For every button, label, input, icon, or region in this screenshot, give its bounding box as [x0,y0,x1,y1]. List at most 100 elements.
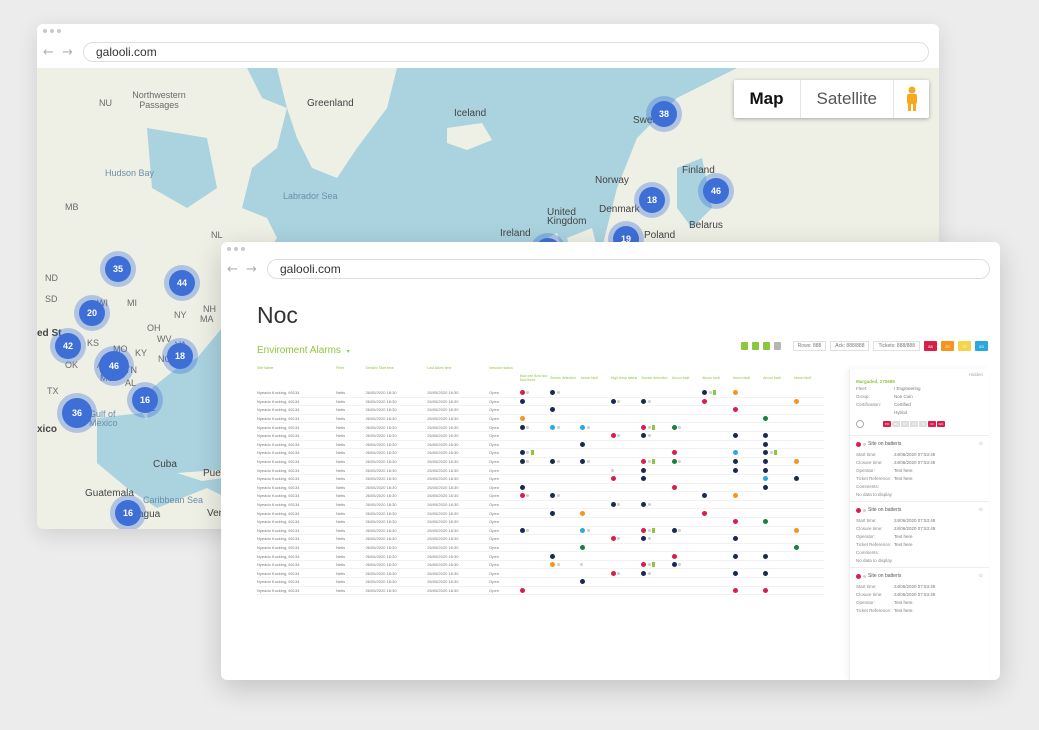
window-dot[interactable] [50,29,54,33]
secondary-dot[interactable] [617,399,621,403]
alarm-dot[interactable] [793,527,799,533]
secondary-dot[interactable] [647,528,651,532]
alarm-dot[interactable] [763,441,769,447]
nav-arrows-icon[interactable]: ← → [43,45,83,60]
alarm-dot[interactable] [671,562,677,568]
alarm-dot[interactable] [763,476,769,482]
alarm-dot[interactable] [671,450,677,456]
panel-hide-link[interactable]: Hidden [969,372,983,377]
alarm-dot[interactable] [671,484,677,490]
alarm-dot[interactable] [610,433,616,439]
secondary-dot[interactable] [647,425,651,429]
map-type-map-button[interactable]: Map [734,80,801,118]
alarm-dot[interactable] [641,502,647,508]
table-row[interactable]: Nyeado Kocking, 60134 Netis 26/05/2020 18:… [257,423,824,432]
map-cluster-marker[interactable]: 36 [62,398,92,428]
table-row[interactable]: Nyeado Kocking, 60134 Netis 26/05/2020 18:… [257,484,824,493]
table-row[interactable]: Nyeado Kocking, 60134 Netis 26/05/2020 18:… [257,587,824,596]
alarm-dot[interactable] [671,424,677,430]
alarm-dot[interactable] [732,570,738,576]
secondary-dot[interactable] [556,425,560,429]
window-dot[interactable] [57,29,61,33]
ack-marker[interactable] [652,562,656,568]
column-header[interactable]: Fleet [336,365,365,389]
alarm-dot[interactable] [732,553,738,559]
alarm-dot[interactable] [763,553,769,559]
alarm-dot[interactable] [732,407,738,413]
alarm-dot[interactable] [550,390,556,396]
alarm-dot[interactable] [519,416,525,422]
alarm-dot[interactable] [519,450,525,456]
column-header[interactable]: Last Alarm time [427,365,489,389]
alarm-card-header[interactable]: Site on batteris ⊙ [850,501,989,516]
secondary-dot[interactable] [647,399,651,403]
alarm-dot[interactable] [702,398,708,404]
alarm-dot[interactable] [519,390,525,396]
alarm-dot[interactable] [641,433,647,439]
alarm-dot[interactable] [732,450,738,456]
secondary-dot[interactable] [586,425,590,429]
alarm-dot[interactable] [519,424,525,430]
status-chip[interactable]: VE [910,421,918,427]
map-type-satellite-button[interactable]: Satellite [801,80,893,118]
table-row[interactable]: Nyeado Kocking, 60134 Netis 26/05/2020 18:… [257,527,824,536]
table-row[interactable]: Nyeado Kocking, 60134 Netis 26/05/2020 18:… [257,561,824,570]
alarm-dot[interactable] [550,407,556,413]
secondary-dot[interactable] [526,425,530,429]
column-header[interactable]: Site Name [257,365,336,389]
severity-chip[interactable]: 20 [941,341,954,351]
table-row[interactable]: Nyeado Kocking, 60134 Netis 26/05/2020 18:… [257,449,824,458]
alarm-dot[interactable] [763,587,769,593]
ack-marker[interactable] [713,390,717,396]
status-chip[interactable]: DP [901,421,909,427]
severity-chip[interactable]: 88 [924,341,937,351]
alarm-dot[interactable] [793,476,799,482]
table-row[interactable]: Nyeado Kocking, 60134 Netis 26/05/2020 18:… [257,398,824,407]
alarm-dot[interactable] [702,390,708,396]
secondary-dot[interactable] [586,460,590,464]
secondary-dot[interactable] [647,563,651,567]
secondary-dot[interactable] [678,460,682,464]
status-chip[interactable]: CI [928,421,936,427]
alarm-dot[interactable] [732,459,738,465]
table-row[interactable]: Nyeado Kocking, 60134 Netis 26/05/2020 18:… [257,535,824,544]
secondary-dot[interactable] [647,537,651,541]
column-header[interactable]: Aircon fault [794,365,824,389]
table-row[interactable]: Nyeado Kocking, 60134 Netis 26/05/2020 18:… [257,432,824,441]
secondary-dot[interactable] [678,528,682,532]
window-dot[interactable] [234,247,238,251]
column-header[interactable]: Intrusion status [489,365,519,389]
alarm-card-header[interactable]: Site on batteris ⊙ [850,435,989,450]
table-row[interactable]: Nyeado Kocking, 60134 Netis 26/05/2020 18:… [257,458,824,467]
secondary-dot[interactable] [556,460,560,464]
alarm-dot[interactable] [671,459,677,465]
pegman-icon[interactable] [893,80,929,118]
alarm-dot[interactable] [610,536,616,542]
alarm-dot[interactable] [641,536,647,542]
alarm-dot[interactable] [763,459,769,465]
alarm-dot[interactable] [519,398,525,404]
alarm-dot[interactable] [550,510,556,516]
alarm-dot[interactable] [519,493,525,499]
alarm-dot[interactable] [610,476,616,482]
alarm-dot[interactable] [793,459,799,465]
alarm-dot[interactable] [519,527,525,533]
status-chip[interactable]: DG [892,421,900,427]
secondary-dot[interactable] [556,494,560,498]
secondary-dot[interactable] [678,563,682,567]
secondary-dot[interactable] [769,451,773,455]
alarm-dot[interactable] [732,467,738,473]
secondary-dot[interactable] [617,571,621,575]
map-cluster-marker[interactable]: 16 [115,500,141,526]
secondary-dot[interactable] [580,563,584,567]
alarm-dot[interactable] [793,544,799,550]
map-cluster-marker[interactable]: 38 [651,101,677,127]
column-header[interactable]: Smoke detection [641,365,671,389]
secondary-dot[interactable] [617,537,621,541]
alarm-dot[interactable] [641,476,647,482]
table-row[interactable]: Nyeado Kocking, 60134 Netis 26/05/2020 18:… [257,441,824,450]
column-header[interactable]: Aircon fault [580,365,610,389]
alarm-dot[interactable] [732,390,738,396]
severity-chip[interactable]: 77 [958,341,971,351]
alarm-dot[interactable] [702,510,708,516]
